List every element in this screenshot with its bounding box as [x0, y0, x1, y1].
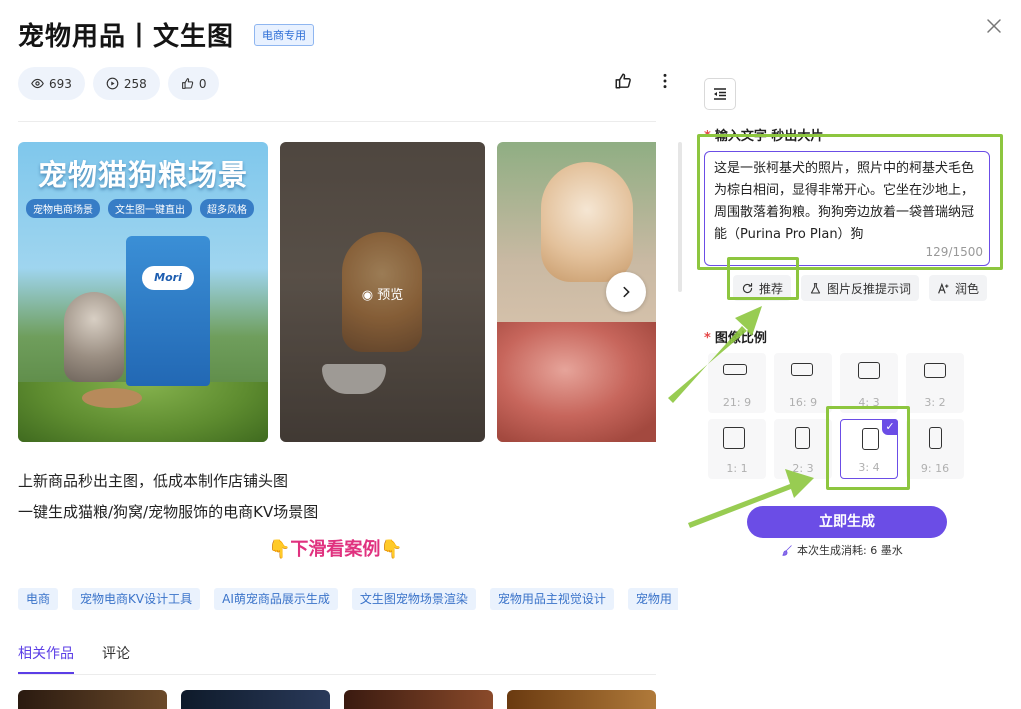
- annotation-box-prompt: [697, 134, 1003, 270]
- plays-count: 258: [123, 76, 147, 91]
- page-title: 宠物用品丨文生图: [18, 22, 235, 52]
- ratio-option-21-9[interactable]: 21: 9: [708, 353, 766, 413]
- cost-text: 本次生成消耗: 6 墨水: [797, 544, 903, 557]
- eye-icon: [31, 78, 44, 89]
- food-bowl: [82, 388, 142, 408]
- image-tags: 宠物电商场景 文生图一键直出 超多风格: [26, 199, 254, 218]
- ratio-shape: [723, 427, 745, 449]
- image-tag: 宠物电商场景: [26, 199, 100, 218]
- collapse-panel-button[interactable]: [704, 78, 736, 110]
- category-badge: 电商专用: [254, 23, 315, 46]
- brand-logo: Mori: [142, 266, 194, 290]
- ratio-value: 21: 9: [722, 396, 752, 409]
- ratio-value: 2: 3: [792, 462, 814, 475]
- more-icon[interactable]: [656, 72, 674, 90]
- ratio-label-text: 图像比例: [714, 331, 767, 346]
- ratio-shape: [723, 364, 747, 375]
- related-work-thumb[interactable]: [181, 690, 330, 709]
- tag-chip[interactable]: 宠物电商KV设计工具: [72, 588, 201, 610]
- ratio-option-16-9[interactable]: 16: 9: [774, 353, 832, 413]
- tab-comments[interactable]: 评论: [102, 643, 130, 674]
- description-line-1: 上新商品秒出主图，低成本制作店铺头图: [18, 472, 289, 490]
- preview-button[interactable]: ◉ 预览: [280, 284, 485, 303]
- gallery-image-1[interactable]: 宠物猫狗粮场景 宠物电商场景 文生图一键直出 超多风格 Mori: [18, 142, 268, 442]
- cat-figure: [64, 292, 124, 382]
- content-tabs: 相关作品 评论: [18, 643, 130, 674]
- brush-icon: [782, 545, 792, 556]
- ratio-shape: [924, 363, 946, 378]
- tag-chip[interactable]: 文生图宠物场景渲染: [351, 588, 476, 610]
- plays-stat: 258: [92, 67, 160, 100]
- flask-icon: [810, 282, 821, 293]
- pet-food-bag: Mori: [126, 236, 210, 386]
- ratio-option-4-3[interactable]: 4: 3: [840, 353, 898, 413]
- ratio-shape: [795, 427, 810, 449]
- ratio-shape: [858, 362, 880, 379]
- title-row: 宠物用品丨文生图 电商专用: [18, 16, 315, 53]
- meat-scene: [497, 322, 656, 442]
- tag-chip[interactable]: AI萌宠商品展示生成: [214, 588, 338, 610]
- ratio-value: 3: 2: [924, 396, 946, 409]
- generate-button[interactable]: 立即生成: [747, 506, 947, 538]
- related-works-grid: [18, 690, 656, 709]
- chevron-right-icon: [623, 286, 630, 298]
- close-icon[interactable]: [984, 16, 1004, 36]
- annotation-box-ratio: [826, 406, 910, 490]
- gallery-image-2[interactable]: ◉ 预览: [280, 142, 485, 442]
- indent-icon: [714, 88, 726, 100]
- tabs-divider: [18, 674, 656, 675]
- tag-chip[interactable]: 电商: [18, 588, 59, 610]
- reverse-prompt-button[interactable]: 图片反推提示词: [801, 275, 920, 301]
- tag-chip[interactable]: 宠物用: [627, 588, 678, 610]
- cat-figure: [541, 162, 633, 282]
- ratio-shape: [929, 427, 942, 449]
- eye-icon: ◉: [361, 288, 378, 303]
- cost-info: 本次生成消耗: 6 墨水: [781, 542, 903, 558]
- scroll-hint: 👇下滑看案例👇: [268, 539, 403, 560]
- play-circle-icon: [106, 77, 119, 90]
- top-actions: [614, 72, 674, 90]
- image-gallery: 宠物猫狗粮场景 宠物电商场景 文生图一键直出 超多风格 Mori ◉ 预览: [18, 142, 656, 442]
- likes-stat[interactable]: 0: [167, 67, 220, 100]
- related-work-thumb[interactable]: [18, 690, 167, 709]
- preview-label: 预览: [377, 288, 404, 303]
- ratio-option-1-1[interactable]: 1: 1: [708, 419, 766, 479]
- image-headline: 宠物猫狗粮场景: [37, 158, 248, 192]
- ratio-value: 9: 16: [920, 462, 950, 475]
- tag-chips: 电商 宠物电商KV设计工具 AI萌宠商品展示生成 文生图宠物场景渲染 宠物用品主视觉设计…: [18, 588, 678, 610]
- stats-bar: 693 258 0: [18, 67, 220, 100]
- related-work-thumb[interactable]: [507, 690, 656, 709]
- ratio-option-9-16[interactable]: 9: 16: [906, 419, 964, 479]
- ratio-option-2-3[interactable]: 2: 3: [774, 419, 832, 479]
- ratio-value: 1: 1: [726, 462, 748, 475]
- thumb-up-icon: [181, 78, 193, 89]
- likes-count: 0: [198, 76, 207, 91]
- grass-scene: [18, 382, 268, 442]
- text-style-icon: [938, 282, 949, 294]
- ratio-option-3-2[interactable]: 3: 2: [906, 353, 964, 413]
- image-tag: 超多风格: [200, 199, 254, 218]
- like-icon[interactable]: [614, 72, 632, 90]
- polish-label: 润色: [955, 281, 980, 296]
- views-stat: 693: [18, 67, 85, 100]
- tab-related-works[interactable]: 相关作品: [18, 643, 74, 674]
- ratio-shape: [791, 363, 813, 376]
- ratio-label: * 图像比例: [704, 327, 767, 346]
- scrollbar[interactable]: [678, 142, 682, 292]
- ratio-value: 16: 9: [788, 396, 818, 409]
- divider: [18, 121, 656, 122]
- image-tag: 文生图一键直出: [108, 199, 192, 218]
- views-count: 693: [49, 76, 72, 91]
- tag-chip[interactable]: 宠物用品主视觉设计: [489, 588, 614, 610]
- next-image-button[interactable]: [606, 272, 646, 312]
- annotation-box-recommend: [727, 257, 799, 300]
- related-work-thumb[interactable]: [344, 690, 493, 709]
- reverse-prompt-label: 图片反推提示词: [827, 281, 912, 296]
- description-line-2: 一键生成猫粮/狗窝/宠物服饰的电商KV场景图: [18, 503, 319, 521]
- required-mark: *: [704, 331, 711, 346]
- polish-button[interactable]: 润色: [929, 275, 988, 301]
